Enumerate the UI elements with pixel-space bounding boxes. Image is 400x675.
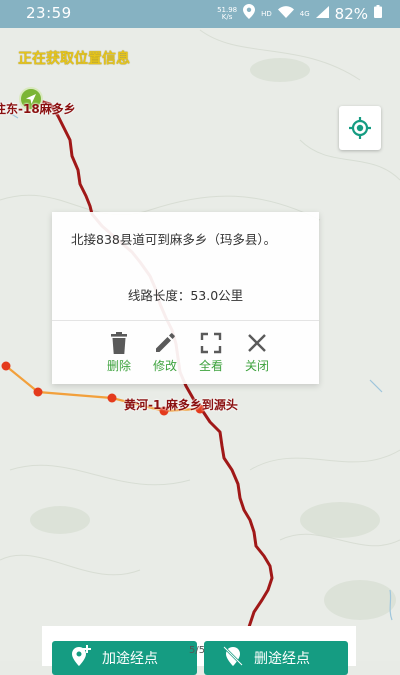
locating-status: 正在获取位置信息 (18, 51, 130, 67)
view-all-label: 全看 (198, 359, 223, 373)
wifi-icon (277, 5, 294, 22)
status-bar: 23:59 51.98 K/s HD 4G 82% (0, 0, 400, 28)
route-length: 线路长度：53.0公里 (127, 288, 244, 303)
status-time: 23:59 (26, 4, 72, 22)
delete-label: 删除 (106, 359, 131, 373)
route-start-label: 往东-18麻多乡 (0, 102, 76, 116)
edit-label: 修改 (152, 359, 177, 373)
popup-actions: 删除 修改 全看 关闭 (96, 332, 280, 374)
view-all-button[interactable]: 全看 (188, 332, 234, 374)
remove-location-icon (222, 645, 244, 671)
my-location-button[interactable] (339, 106, 381, 150)
cell-signal-icon (315, 5, 329, 22)
route-info-popup: 北接838县道可到麻多乡（玛多县）。 线路长度：53.0公里 删除 修改 全看 (52, 212, 319, 384)
popup-divider (52, 320, 319, 321)
close-label: 关闭 (244, 359, 269, 373)
route-description: 北接838县道可到麻多乡（玛多县）。 (71, 232, 277, 247)
delete-waypoint-button[interactable]: 删途经点 (204, 641, 348, 675)
delete-waypoint-label: 删途经点 (254, 651, 310, 667)
close-popup-button[interactable]: 关闭 (234, 332, 280, 374)
add-location-icon (70, 645, 92, 671)
edit-route-button[interactable]: 修改 (142, 332, 188, 374)
crosshair-icon (349, 117, 371, 139)
battery-icon (374, 5, 382, 22)
delete-route-button[interactable]: 删除 (96, 332, 142, 374)
status-icons: 51.98 K/s HD 4G 82% (217, 4, 382, 23)
trash-icon (111, 332, 127, 354)
close-icon (248, 334, 266, 352)
fullscreen-icon (200, 332, 222, 354)
hd-label: HD (261, 9, 272, 18)
waypoint-page-indicator: 5/5 (189, 645, 206, 656)
net-speed-unit: K/s (221, 12, 233, 21)
route-segment-label: 黄河-1.麻多乡到源头 (124, 398, 238, 412)
net-speed: 51.98 K/s (217, 6, 237, 21)
location-pin-icon (243, 4, 256, 23)
battery-percent: 82% (334, 4, 368, 23)
add-waypoint-label: 加途经点 (102, 651, 158, 667)
signal-type-label: 4G (299, 9, 310, 18)
add-waypoint-button[interactable]: 加途经点 (52, 641, 197, 675)
pencil-icon (156, 333, 175, 352)
